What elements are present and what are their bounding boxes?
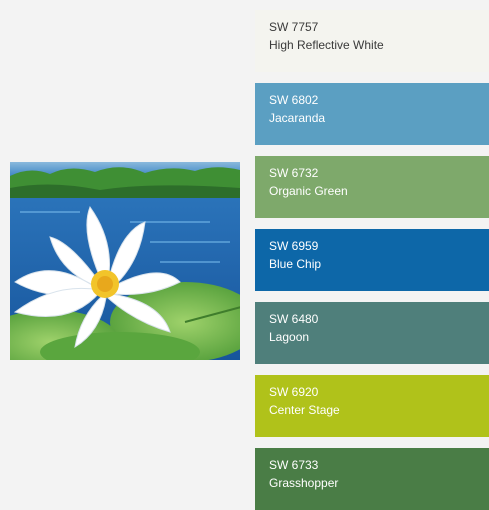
color-swatch[interactable]: SW 7757 High Reflective White [255, 10, 489, 72]
swatch-name: Organic Green [269, 184, 348, 198]
color-swatch[interactable]: SW 6732 Organic Green [255, 156, 489, 218]
swatch-code: SW 6920 [269, 385, 319, 399]
swatch-name: Blue Chip [269, 257, 322, 271]
swatch-code: SW 6733 [269, 458, 319, 472]
color-swatch[interactable]: SW 6920 Center Stage [255, 375, 489, 437]
color-swatch[interactable]: SW 6733 Grasshopper [255, 448, 489, 510]
color-swatch[interactable]: SW 6480 Lagoon [255, 302, 489, 364]
water-lily-image [10, 162, 240, 360]
swatch-name: Center Stage [269, 403, 340, 417]
water-lily-photo [10, 162, 240, 360]
color-swatch[interactable]: SW 6959 Blue Chip [255, 229, 489, 291]
swatch-code: SW 6802 [269, 93, 319, 107]
swatch-code: SW 6959 [269, 239, 319, 253]
swatch-code: SW 6732 [269, 166, 319, 180]
swatch-name: High Reflective White [269, 38, 384, 52]
color-swatch[interactable]: SW 6802 Jacaranda [255, 83, 489, 145]
swatch-code: SW 6480 [269, 312, 319, 326]
swatch-name: Lagoon [269, 330, 310, 344]
swatch-code: SW 7757 [269, 20, 319, 34]
swatch-name: Grasshopper [269, 476, 339, 490]
swatch-name: Jacaranda [269, 111, 326, 125]
